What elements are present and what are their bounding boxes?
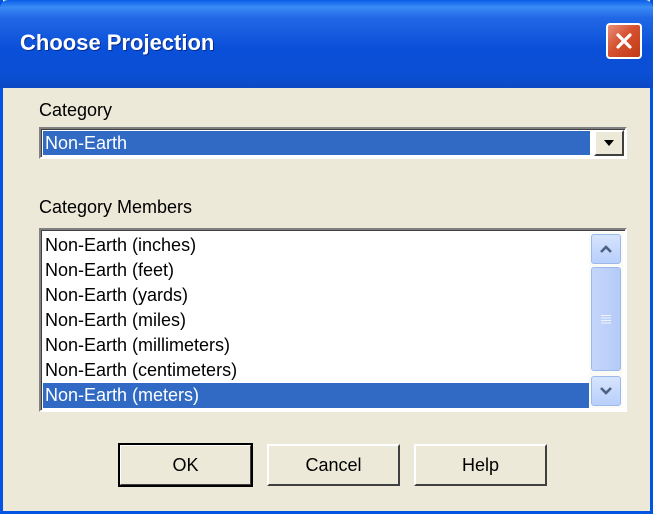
ok-button[interactable]: OK bbox=[118, 443, 253, 487]
category-members-label: Category Members bbox=[39, 197, 193, 217]
list-item[interactable]: Non-Earth (centimeters) bbox=[43, 358, 591, 383]
category-dropdown[interactable]: Non-Earth bbox=[39, 127, 627, 159]
title-bar[interactable]: Choose Projection bbox=[0, 0, 653, 88]
chevron-down-icon bbox=[604, 140, 614, 146]
chevron-up-icon bbox=[600, 245, 612, 253]
scroll-down-button[interactable] bbox=[591, 376, 621, 406]
help-button[interactable]: Help bbox=[414, 444, 547, 486]
category-members-list[interactable]: Non-Earth (inches) Non-Earth (feet) Non-Ea… bbox=[39, 228, 627, 412]
list-item[interactable]: Non-Earth (inches) bbox=[43, 233, 591, 258]
category-label: Category bbox=[39, 100, 113, 120]
list-item[interactable]: Non-Earth (feet) bbox=[43, 258, 591, 283]
category-selected-value: Non-Earth bbox=[43, 131, 590, 155]
list-items: Non-Earth (inches) Non-Earth (feet) Non-Ea… bbox=[43, 233, 591, 408]
choose-projection-dialog: Choose Projection Category Non-Earth Cat… bbox=[0, 0, 653, 514]
cancel-button[interactable]: Cancel bbox=[267, 444, 400, 486]
list-item[interactable]: Non-Earth (miles) bbox=[43, 308, 591, 333]
list-item[interactable]: Non-Earth (meters) bbox=[43, 383, 591, 408]
list-item[interactable]: Non-Earth (millimeters) bbox=[43, 333, 591, 358]
scroll-thumb[interactable] bbox=[591, 267, 621, 371]
close-button[interactable] bbox=[606, 23, 642, 59]
list-item[interactable]: Non-Earth (yards) bbox=[43, 283, 591, 308]
window-title: Choose Projection bbox=[20, 30, 215, 55]
scroll-up-button[interactable] bbox=[591, 234, 621, 264]
chevron-down-icon bbox=[600, 387, 612, 395]
grip-icon bbox=[601, 315, 611, 324]
vertical-scrollbar[interactable] bbox=[589, 232, 623, 408]
close-icon bbox=[616, 33, 632, 49]
category-dropdown-button[interactable] bbox=[594, 130, 624, 156]
